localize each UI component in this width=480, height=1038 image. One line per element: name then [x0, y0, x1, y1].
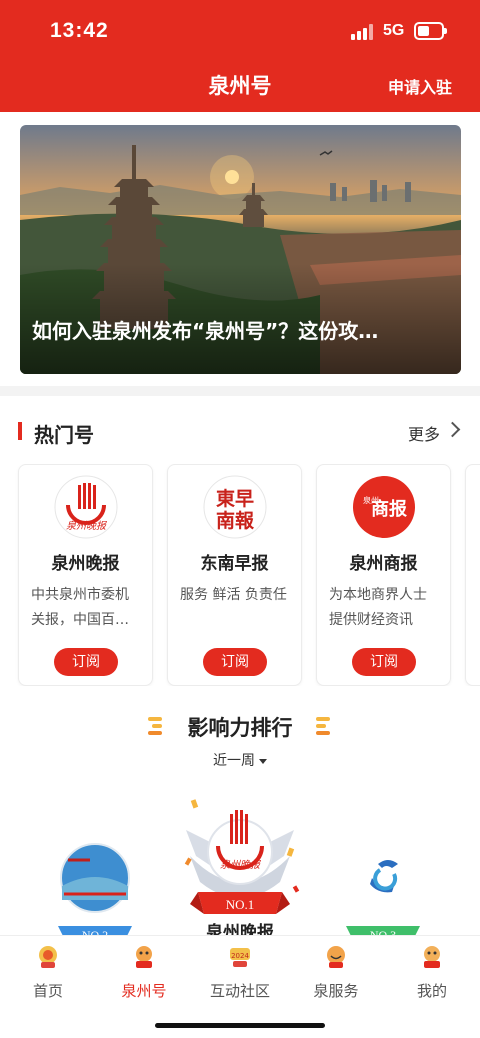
- subscribe-button[interactable]: 订阅: [203, 648, 267, 676]
- svg-text:NO.1: NO.1: [226, 897, 255, 912]
- hot-card-quanzhou-business[interactable]: 泉州 商报 泉州商报 为本地商界人士提供财经资讯 订阅: [316, 464, 451, 686]
- card-name: 泉州商报: [349, 554, 418, 574]
- hot-cards-list[interactable]: 泉州晚报 泉州晚报 中共泉州市委机关报，中国百… 订阅 東早 南報 东南早报 服…: [0, 464, 480, 686]
- community-icon[interactable]: 2024: [227, 944, 253, 970]
- hot-section-header: 热门号 更多: [0, 412, 480, 452]
- profile-icon[interactable]: [419, 944, 445, 970]
- card-name: 泉州晚报: [51, 554, 120, 574]
- card-description: 为本地商界人士提供财经资讯: [329, 587, 427, 628]
- tab-profile[interactable]: 我的: [384, 944, 480, 1001]
- period-label[interactable]: 近一周: [213, 753, 255, 769]
- tab-label[interactable]: 首页: [0, 980, 96, 1001]
- logo-text-bottom: 南報: [216, 509, 255, 532]
- tab-quanzhou-hao[interactable]: 泉州号: [96, 944, 192, 1001]
- app-header: 13:42 5G 泉州号 申请入驻: [0, 0, 480, 112]
- service-icon[interactable]: [323, 944, 349, 970]
- tab-community[interactable]: 2024 互动社区: [192, 944, 288, 1001]
- rank-3-avatar: [370, 860, 398, 893]
- banner-title[interactable]: 如何入驻泉州发布“泉州号”？这份攻…: [32, 315, 378, 344]
- logo-text: 泉州晚报: [66, 520, 107, 532]
- subscribe-button[interactable]: 订阅: [352, 648, 416, 676]
- caret-down-icon[interactable]: [259, 758, 267, 764]
- period-selector[interactable]: 近一周: [0, 750, 480, 770]
- section-divider: [0, 386, 480, 396]
- tab-home[interactable]: 首页: [0, 944, 96, 1001]
- subscribe-button[interactable]: 订阅: [54, 648, 118, 676]
- tab-service[interactable]: 泉服务: [288, 944, 384, 1001]
- status-bar: 13:42 5G: [0, 0, 480, 62]
- hot-card-southeast-morning[interactable]: 東早 南報 东南早报 服务 鲜活 负责任 订阅: [167, 464, 302, 686]
- signal-icon: [351, 24, 377, 40]
- logo-text: 商报: [371, 498, 407, 520]
- card-description: 中共泉州市委机关报，中国百…: [31, 587, 129, 628]
- card-description: 服务 鲜活 负责任: [180, 587, 287, 603]
- apply-join-button[interactable]: 申请入驻: [388, 74, 452, 98]
- card-name: 东南早报: [200, 554, 269, 574]
- home-icon[interactable]: [35, 944, 61, 970]
- rank-2-avatar: [60, 843, 130, 913]
- tab-label[interactable]: 我的: [384, 980, 480, 1001]
- tab-label[interactable]: 泉服务: [288, 980, 384, 1001]
- more-button[interactable]: 更多: [408, 421, 440, 445]
- banner-carousel[interactable]: 如何入驻泉州发布“泉州号”？这份攻…: [20, 125, 461, 374]
- quanzhou-business-logo: 泉州 商报: [353, 476, 415, 538]
- status-time: 13:42: [50, 19, 109, 42]
- hot-card-partial[interactable]: [465, 464, 480, 686]
- rank-1-emblem: 泉州晚报 NO.1: [186, 810, 294, 914]
- hot-section-title: 热门号: [34, 423, 94, 447]
- network-label: 5G: [383, 22, 405, 39]
- svg-text:2024: 2024: [231, 952, 249, 960]
- southeast-morning-logo: 東早 南報: [203, 475, 267, 539]
- quanzhou-evening-logo: 泉州晚报: [54, 475, 118, 539]
- logo-text-top: 東早: [216, 487, 254, 510]
- ranking-title: 影响力排行: [187, 716, 293, 740]
- chevron-right-icon[interactable]: [444, 421, 461, 438]
- svg-text:泉州晚报: 泉州晚报: [220, 859, 261, 871]
- title-deco-right: [316, 717, 330, 735]
- section-marker: [18, 422, 22, 440]
- quanzhou-hao-icon[interactable]: [131, 944, 157, 970]
- battery-icon: [414, 22, 447, 40]
- hot-card-quanzhou-evening[interactable]: 泉州晚报 泉州晚报 中共泉州市委机关报，中国百… 订阅: [18, 464, 153, 686]
- tab-label[interactable]: 泉州号: [96, 980, 192, 1001]
- home-indicator[interactable]: [155, 1023, 325, 1028]
- tab-label[interactable]: 互动社区: [192, 980, 288, 1001]
